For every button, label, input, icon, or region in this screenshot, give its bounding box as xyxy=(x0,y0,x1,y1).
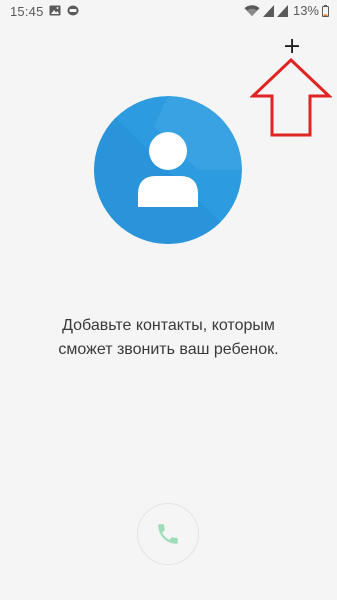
status-notification-icons xyxy=(49,5,79,16)
wifi-icon xyxy=(244,5,260,16)
signal-2-icon xyxy=(276,4,288,17)
person-icon xyxy=(94,96,242,244)
signal-1-icon xyxy=(262,4,274,17)
empty-state-message: Добавьте контакты, которым сможет звонит… xyxy=(0,314,337,362)
status-time: 15:45 xyxy=(10,4,44,19)
gallery-icon xyxy=(49,5,61,16)
call-button[interactable] xyxy=(137,503,199,565)
add-contact-button[interactable] xyxy=(279,33,305,59)
arrow-up-icon xyxy=(250,58,332,137)
phone-icon xyxy=(158,524,178,544)
battery-icon xyxy=(322,4,329,17)
empty-state-line-2: сможет звонить ваш ребенок. xyxy=(58,341,279,358)
empty-state-line-1: Добавьте контакты, которым xyxy=(62,317,275,334)
battery-percent: 13% xyxy=(292,3,319,18)
contact-avatar xyxy=(94,96,242,244)
status-right-icons: 13% xyxy=(244,3,329,18)
app-notification-icon xyxy=(67,5,79,16)
status-bar: 15:45 13% xyxy=(0,0,337,24)
plus-icon xyxy=(285,39,299,53)
